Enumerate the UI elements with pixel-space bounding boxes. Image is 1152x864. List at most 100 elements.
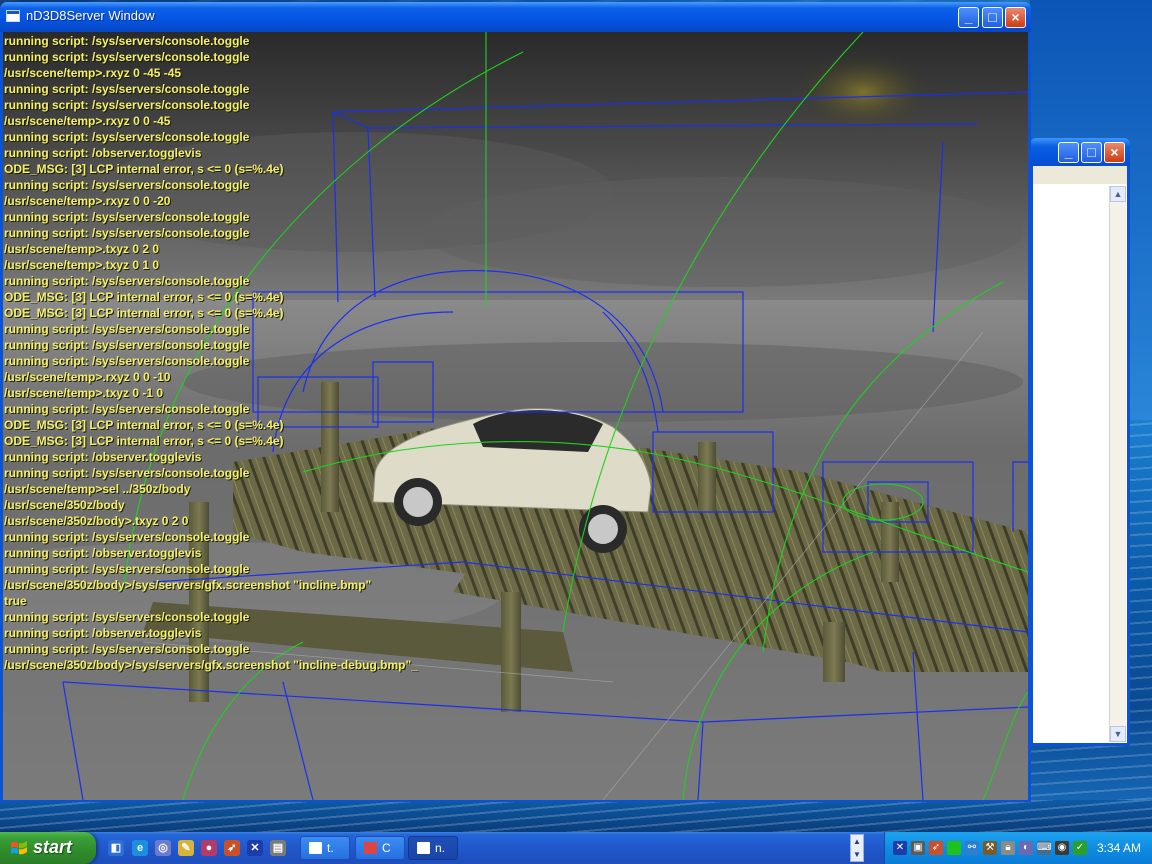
console-line: running script: /sys/servers/console.tog… — [4, 50, 250, 64]
console-line: running script: /sys/servers/console.tog… — [4, 178, 250, 192]
pier-post — [881, 502, 899, 582]
task-app-icon — [309, 842, 322, 854]
bg-maximize-button[interactable]: □ — [1081, 142, 1102, 163]
media-quicklaunch-icon[interactable]: ● — [201, 840, 217, 856]
taskbar-button-t[interactable]: t. — [300, 836, 350, 860]
background-window-titlebar[interactable]: _ □ × — [1030, 138, 1130, 166]
console-line: /usr/scene/350z/body — [4, 498, 125, 512]
rocket-quicklaunch-icon[interactable]: ➶ — [224, 840, 240, 856]
console-line: running script: /sys/servers/console.tog… — [4, 274, 250, 288]
tray-disc-icon[interactable]: ◐ — [1019, 841, 1033, 855]
tray-tool-icon[interactable]: ⚒ — [983, 841, 997, 855]
task-label: n. — [435, 841, 446, 855]
sky-glow — [793, 52, 933, 132]
desktop-sea-bottom — [0, 800, 1152, 832]
tray-keyboard-icon[interactable]: ⌨︎ — [1037, 841, 1051, 855]
console-line: running script: /sys/servers/console.tog… — [4, 82, 250, 96]
console-line: running script: /sys/servers/console.tog… — [4, 34, 250, 48]
task-app-icon — [364, 842, 377, 854]
console-line: running script: /observer.togglevis — [4, 146, 202, 160]
console-line: running script: /sys/servers/console.tog… — [4, 402, 250, 416]
console-line: /usr/scene/temp>.rxyz 0 0 -10 — [4, 370, 171, 384]
console-line: /usr/scene/temp>.rxyz 0 0 -45 — [4, 114, 171, 128]
console-line: /usr/scene/temp>.rxyz 0 -45 -45 — [4, 66, 182, 80]
bg-close-button[interactable]: × — [1104, 142, 1125, 163]
console-line: running script: /sys/servers/console.tog… — [4, 562, 250, 576]
console-line: ODE_MSG: [3] LCP internal error, s <= 0 … — [4, 434, 284, 448]
console-line: running script: /sys/servers/console.tog… — [4, 98, 250, 112]
console-line: /usr/scene/350z/body>/sys/servers/gfx.sc… — [4, 658, 418, 672]
close-button[interactable]: × — [1005, 7, 1026, 28]
tray-monitor-icon[interactable]: ▣ — [911, 841, 925, 855]
app-quicklaunch-icon[interactable]: ◎ — [155, 840, 171, 856]
console-output: running script: /sys/servers/console.tog… — [4, 33, 418, 673]
window-title: nD3D8Server Window — [26, 8, 155, 23]
console-line: running script: /sys/servers/console.tog… — [4, 530, 250, 544]
window-app-icon — [6, 10, 20, 22]
console-line: ODE_MSG: [3] LCP internal error, s <= 0 … — [4, 162, 284, 176]
console-line: running script: /sys/servers/console.tog… — [4, 130, 250, 144]
tray-speaker-icon[interactable]: ◉ — [1055, 841, 1069, 855]
windows-flag-icon — [11, 841, 27, 855]
console-line: running script: /sys/servers/console.tog… — [4, 354, 250, 368]
clock: 3:34 AM — [1097, 841, 1142, 855]
x-quicklaunch-icon[interactable]: ✕ — [247, 840, 263, 856]
pier-post — [501, 592, 521, 712]
render-viewport[interactable]: running script: /sys/servers/console.tog… — [3, 32, 1028, 800]
taskbar-button-c[interactable]: C — [355, 836, 405, 860]
tray-network-icon[interactable]: ⚯ — [965, 841, 979, 855]
window-quicklaunch-icon[interactable]: ▤ — [270, 840, 286, 856]
bg-minimize-button[interactable]: _ — [1058, 142, 1079, 163]
console-line: true — [4, 594, 27, 608]
tray-shield-icon[interactable]: ✓ — [1073, 841, 1087, 855]
task-label: C — [382, 841, 391, 855]
system-tray: ✕ ▣ ➶ ⚯ ⚒ 🔒︎ ◐ ⌨︎ ◉ ✓ 3:34 AM — [884, 832, 1152, 864]
console-line: running script: /observer.togglevis — [4, 546, 202, 560]
tray-status-icon[interactable] — [947, 841, 961, 855]
cloud — [423, 177, 1023, 287]
main-window-titlebar[interactable]: nD3D8Server Window _ □ × — [0, 2, 1031, 32]
console-line: running script: /sys/servers/console.tog… — [4, 322, 250, 336]
taskbar-scroll-arrows[interactable]: ▲ ▼ — [850, 834, 864, 862]
task-app-icon — [417, 842, 430, 854]
tray-x-icon[interactable]: ✕ — [893, 841, 907, 855]
tray-lock-icon[interactable]: 🔒︎ — [1001, 841, 1015, 855]
background-window[interactable]: _ □ × ▲ ▼ — [1030, 138, 1130, 746]
background-window-scrollbar[interactable]: ▲ ▼ — [1109, 186, 1126, 742]
console-line: running script: /sys/servers/console.tog… — [4, 210, 250, 224]
console-line: running script: /observer.togglevis — [4, 450, 202, 464]
console-line: /usr/scene/350z/body>.txyz 0 2 0 — [4, 514, 189, 528]
start-button[interactable]: start — [0, 832, 96, 864]
console-line: /usr/scene/temp>.txyz 0 1 0 — [4, 258, 160, 272]
chevron-up-icon[interactable]: ▲ — [851, 835, 863, 848]
console-line: running script: /sys/servers/console.tog… — [4, 642, 250, 656]
main-window[interactable]: nD3D8Server Window _ □ × running script:… — [0, 2, 1031, 802]
console-line: /usr/scene/temp>.rxyz 0 0 -20 — [4, 194, 171, 208]
start-label: start — [33, 837, 73, 857]
task-label: t. — [327, 841, 334, 855]
chevron-down-icon[interactable]: ▼ — [851, 848, 863, 861]
taskbar-button-n[interactable]: n. — [408, 836, 458, 860]
console-line: running script: /sys/servers/console.tog… — [4, 610, 250, 624]
desktop-quicklaunch-icon[interactable]: ◧ — [108, 840, 124, 856]
console-line: /usr/scene/temp>.txyz 0 -1 0 — [4, 386, 164, 400]
console-line: ODE_MSG: [3] LCP internal error, s <= 0 … — [4, 306, 284, 320]
console-line: running script: /observer.togglevis — [4, 626, 202, 640]
tool-quicklaunch-icon[interactable]: ✎ — [178, 840, 194, 856]
scroll-up-icon[interactable]: ▲ — [1110, 186, 1126, 202]
console-line: running script: /sys/servers/console.tog… — [4, 466, 250, 480]
console-line: running script: /sys/servers/console.tog… — [4, 338, 250, 352]
console-line: /usr/scene/350z/body>/sys/servers/gfx.sc… — [4, 578, 372, 592]
console-line: ODE_MSG: [3] LCP internal error, s <= 0 … — [4, 418, 284, 432]
maximize-button[interactable]: □ — [982, 7, 1003, 28]
minimize-button[interactable]: _ — [958, 7, 979, 28]
pier-post — [823, 622, 845, 682]
tray-rocket-icon[interactable]: ➶ — [929, 841, 943, 855]
console-line: ODE_MSG: [3] LCP internal error, s <= 0 … — [4, 290, 284, 304]
browser-quicklaunch-icon[interactable]: e — [132, 840, 148, 856]
background-window-menubar — [1033, 166, 1127, 184]
scroll-down-icon[interactable]: ▼ — [1110, 726, 1126, 742]
console-line: running script: /sys/servers/console.tog… — [4, 226, 250, 240]
taskbar: start ◧ e ◎ ✎ ● ➶ ✕ ▤ t. C n. ▲ ▼ ✕ ▣ ➶ … — [0, 832, 1152, 864]
console-line: /usr/scene/temp>.txyz 0 2 0 — [4, 242, 160, 256]
